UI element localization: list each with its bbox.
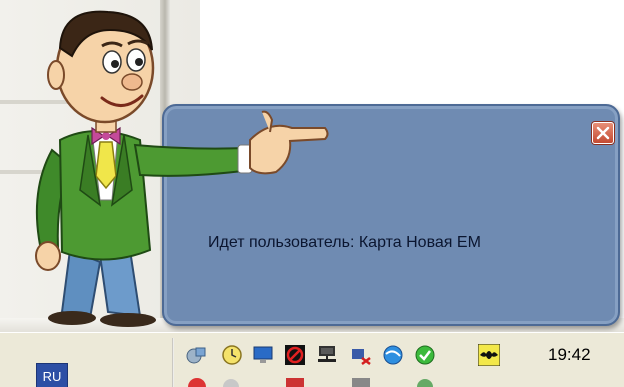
green-checkmark-shield-icon[interactable] xyxy=(414,344,436,366)
taskbar xyxy=(0,332,624,387)
tray-icon-partial xyxy=(186,376,208,387)
assistant-character-illustration xyxy=(35,10,329,327)
taskbar-clock[interactable]: 19:42 xyxy=(548,345,591,365)
browser-globe-icon[interactable] xyxy=(382,344,404,366)
volume-muted-icon[interactable] xyxy=(350,344,372,366)
network-computer-icon[interactable] xyxy=(316,344,338,366)
network-connection-icon[interactable] xyxy=(186,344,208,366)
bat-logo-icon[interactable] xyxy=(478,344,500,366)
desktop: Идет пользователь: Карта Новая ЕМ RU 19:… xyxy=(0,0,624,387)
antivirus-blocked-icon[interactable] xyxy=(284,344,306,366)
close-icon xyxy=(596,126,610,140)
close-button[interactable] xyxy=(592,122,614,144)
tray-separator xyxy=(172,338,174,387)
tray-icon-partial xyxy=(414,376,436,387)
tray-icon-partial xyxy=(284,376,306,387)
tray-icon-partial xyxy=(350,376,372,387)
clock-settings-icon[interactable] xyxy=(220,344,242,366)
tray-icon-partial xyxy=(220,376,242,387)
monitor-icon[interactable] xyxy=(252,344,274,366)
language-indicator[interactable]: RU xyxy=(36,363,68,387)
